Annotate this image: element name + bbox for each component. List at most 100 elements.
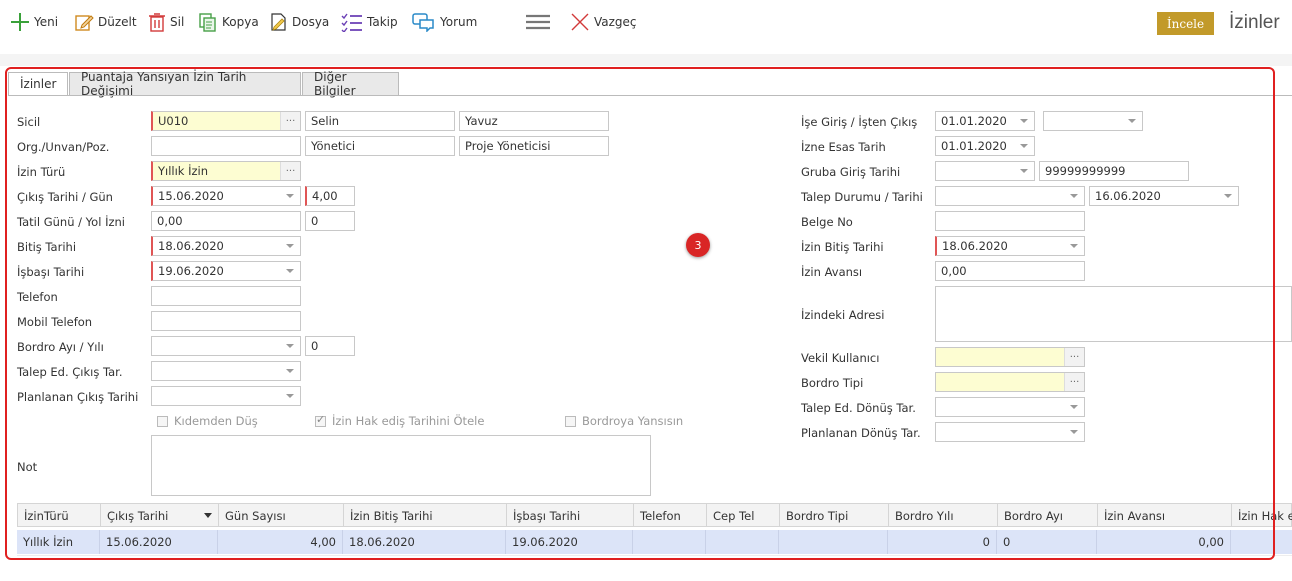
- exit-date-value: 15.06.2020: [158, 189, 224, 203]
- column-header[interactable]: Telefon: [634, 504, 707, 527]
- plan-exit-select[interactable]: [151, 386, 301, 406]
- comment-button[interactable]: Yorum: [412, 11, 477, 33]
- plan-return-select[interactable]: [935, 422, 1085, 442]
- sicil-label: Sicil: [17, 115, 41, 129]
- end-date-value: 18.06.2020: [158, 239, 224, 253]
- table-cell: 18.06.2020: [343, 530, 506, 554]
- column-header[interactable]: İşbaşı Tarihi: [507, 504, 634, 527]
- hak-edis-checkbox[interactable]: İzin Hak ediş Tarihini Ötele: [315, 413, 484, 428]
- chevron-down-icon: [286, 394, 294, 398]
- cancel-button[interactable]: Vazgeç: [570, 11, 637, 33]
- checkbox-box: [565, 415, 576, 427]
- table-cell: 19.06.2020: [506, 530, 633, 554]
- exit-date-select[interactable]: 15.06.2020: [151, 186, 301, 206]
- note-label: Not: [17, 460, 38, 474]
- toolbar-separator: [0, 54, 1292, 66]
- hire-date-select[interactable]: 01.01.2020: [935, 111, 1035, 131]
- column-header[interactable]: Bordro Yılı: [889, 504, 998, 527]
- request-date-select[interactable]: 16.06.2020: [1089, 186, 1239, 206]
- doc-field[interactable]: [935, 211, 1085, 231]
- delete-button[interactable]: Sil: [148, 11, 184, 33]
- basis-date-select[interactable]: 01.01.2020: [935, 136, 1035, 156]
- copy-icon: [199, 13, 216, 32]
- column-header[interactable]: Bordro Tipi: [780, 504, 889, 527]
- chevron-down-icon: [1070, 244, 1078, 248]
- table-row[interactable]: Yıllık İzin 15.06.2020 4,00 18.06.2020 1…: [17, 530, 1292, 554]
- address-textarea[interactable]: [935, 286, 1292, 342]
- edit-label: Düzelt: [98, 15, 137, 29]
- new-button[interactable]: Yeni: [10, 11, 58, 33]
- column-header-sorted[interactable]: Çıkış Tarihi: [101, 504, 219, 527]
- mobile-field[interactable]: [151, 311, 301, 331]
- column-header[interactable]: İzin Avansı: [1098, 504, 1232, 527]
- chevron-down-icon: [1020, 119, 1028, 123]
- leave-type-input[interactable]: Yıllık İzin ···: [151, 161, 301, 181]
- hire-date-value: 01.01.2020: [941, 114, 1007, 128]
- menu-button[interactable]: [525, 11, 551, 33]
- leave-date-select[interactable]: [1043, 111, 1143, 131]
- edit-button[interactable]: Düzelt: [74, 11, 137, 33]
- column-header[interactable]: İzin Bitiş Tarihi: [344, 504, 507, 527]
- group-date-select[interactable]: [935, 161, 1035, 181]
- table-cell: Yıllık İzin: [17, 530, 100, 554]
- file-button[interactable]: Dosya: [268, 11, 329, 33]
- group-code-field[interactable]: 99999999999: [1039, 161, 1189, 181]
- req-exit-select[interactable]: [151, 361, 301, 381]
- proxy-input[interactable]: ···: [935, 347, 1085, 367]
- close-icon: [571, 13, 589, 31]
- grid-header: İzinTürü Çıkış Tarihi Gün Sayısı İzin Bi…: [17, 503, 1292, 527]
- first-name-field[interactable]: Selin: [305, 111, 455, 131]
- tab-diger-bilgiler[interactable]: Diğer Bilgiler: [302, 70, 399, 98]
- lookup-icon[interactable]: ···: [280, 162, 300, 180]
- lookup-icon[interactable]: ···: [1064, 373, 1084, 391]
- payroll-month-select[interactable]: [151, 336, 301, 356]
- payroll-year-field[interactable]: 0: [305, 336, 355, 356]
- track-button[interactable]: Takip: [341, 11, 398, 33]
- chevron-down-icon: [1020, 169, 1028, 173]
- column-header[interactable]: Gün Sayısı: [219, 504, 344, 527]
- copy-button[interactable]: Kopya: [198, 11, 259, 33]
- sicil-value: U010: [158, 114, 189, 128]
- plan-exit-label: Planlanan Çıkış Tarihi: [17, 390, 139, 404]
- payroll-type-input[interactable]: ···: [935, 372, 1085, 392]
- end-date-label: Bitiş Tarihi: [17, 240, 77, 254]
- road-leave-field[interactable]: 0: [305, 211, 355, 231]
- trash-icon: [149, 13, 165, 32]
- payroll-label: Bordro Ayı / Yılı: [17, 340, 104, 354]
- note-textarea[interactable]: [151, 435, 651, 496]
- bordro-checkbox[interactable]: Bordroya Yansısın: [565, 414, 683, 428]
- exit-days-field[interactable]: 4,00: [305, 186, 355, 206]
- sicil-input[interactable]: U010 ···: [151, 111, 301, 131]
- table-cell: 15.06.2020: [100, 530, 218, 554]
- holiday-field[interactable]: 0,00: [151, 211, 301, 231]
- start-date-select[interactable]: 19.06.2020: [151, 261, 301, 281]
- req-return-select[interactable]: [935, 397, 1085, 417]
- phone-field[interactable]: [151, 286, 301, 306]
- end-date-select[interactable]: 18.06.2020: [151, 236, 301, 256]
- title-field[interactable]: Yönetici: [305, 136, 455, 156]
- column-header[interactable]: İzin Hak e: [1232, 504, 1292, 527]
- request-status-select[interactable]: [935, 186, 1085, 206]
- checkbox-box: [157, 415, 168, 427]
- chevron-down-icon: [1020, 144, 1028, 148]
- column-header[interactable]: Bordro Ayı: [998, 504, 1098, 527]
- inspect-button[interactable]: İncele: [1157, 12, 1214, 35]
- org-field[interactable]: [151, 136, 301, 156]
- checkbox-box-checked: [315, 413, 326, 427]
- position-field[interactable]: Proje Yöneticisi: [459, 136, 609, 156]
- plan-return-label: Planlanan Dönüş Tar.: [801, 426, 921, 440]
- column-header[interactable]: Cep Tel: [707, 504, 780, 527]
- column-header[interactable]: İzinTürü: [18, 504, 101, 527]
- lookup-icon[interactable]: ···: [1064, 348, 1084, 366]
- start-date-value: 19.06.2020: [158, 264, 224, 278]
- tab-izinler[interactable]: İzinler: [8, 72, 68, 96]
- annotation-badge: 3: [686, 233, 710, 257]
- kidem-checkbox[interactable]: Kıdemden Düş: [157, 414, 258, 428]
- advance-field[interactable]: 0,00: [935, 261, 1085, 281]
- chevron-down-icon: [1070, 194, 1078, 198]
- lookup-icon[interactable]: ···: [280, 112, 300, 130]
- last-name-field[interactable]: Yavuz: [459, 111, 609, 131]
- leave-end-label: İzin Bitiş Tarihi: [801, 240, 884, 254]
- leave-end-select[interactable]: 18.06.2020: [935, 236, 1085, 256]
- tab-puantaja[interactable]: Puantaja Yansıyan İzin Tarih Değişimi: [69, 70, 301, 98]
